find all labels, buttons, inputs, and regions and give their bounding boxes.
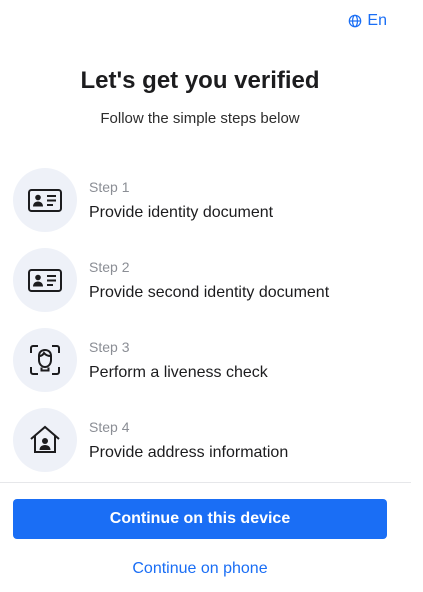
step-label: Step 4 [89,418,130,435]
step-title: Provide address information [89,443,289,461]
step-item: Step 4 Provide address information [13,400,403,480]
step-title: Perform a liveness check [89,363,268,381]
globe-icon [348,14,362,28]
step-label: Step 1 [89,178,130,195]
language-selector[interactable]: En [348,12,387,30]
id-card-icon [13,168,77,232]
step-title: Provide second identity document [89,283,330,301]
divider [0,482,411,483]
home-user-icon [13,408,77,472]
page-title: Let's get you verified [80,67,320,94]
step-label: Step 3 [89,338,130,355]
verification-page: En Let's get you verified Follow the sim… [0,0,423,592]
steps-list: Step 1 Provide identity document Step 2 … [13,160,403,480]
step-item: Step 1 Provide identity document [13,160,403,240]
step-label: Step 2 [89,258,130,275]
step-item: Step 2 Provide second identity document [13,240,403,320]
language-label: En [367,12,387,29]
id-card-icon [13,248,77,312]
page-subtitle: Follow the simple steps below [100,110,300,127]
face-scan-icon [13,328,77,392]
continue-on-phone-link[interactable]: Continue on phone [0,560,400,578]
continue-on-device-button[interactable]: Continue on this device [13,499,387,539]
step-item: Step 3 Perform a liveness check [13,320,403,400]
step-title: Provide identity document [89,203,274,221]
